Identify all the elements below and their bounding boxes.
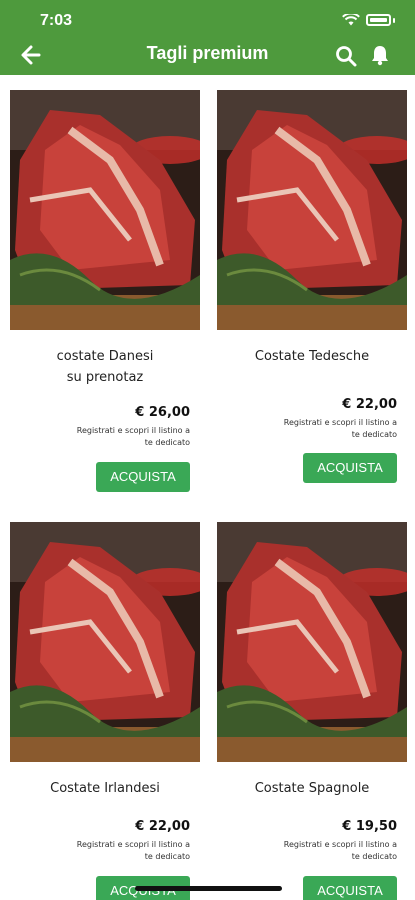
meat-photo — [10, 90, 200, 330]
search-icon[interactable] — [335, 45, 357, 67]
price-note-line2: te dedicato — [351, 430, 397, 439]
product-image[interactable] — [217, 522, 407, 762]
battery-tip — [393, 17, 395, 23]
price-note: Registrati e scopri il listino a te dedi… — [40, 839, 190, 863]
status-icons — [342, 14, 395, 26]
product-name-line1: Costate Spagnole — [254, 781, 370, 796]
product-name-line1: costate Danesi — [56, 349, 154, 364]
price-note-line1: Registrati e scopri il listino a — [76, 840, 190, 849]
product-name: costate Danesi su prenotaz — [10, 346, 200, 388]
battery-icon — [366, 14, 391, 26]
product-price: € 22,00 — [342, 397, 397, 412]
product-price: € 19,50 — [342, 819, 397, 834]
price-note-line1: Registrati e scopri il listino a — [283, 840, 397, 849]
product-name: Costate Spagnole — [217, 778, 407, 799]
product-card[interactable]: Costate Tedesche € 22,00 Registrati e sc… — [217, 90, 407, 510]
product-name: Costate Irlandesi — [10, 778, 200, 799]
bell-icon[interactable] — [369, 44, 391, 66]
buy-button[interactable]: ACQUISTA — [96, 462, 190, 492]
product-name-line1: Costate Tedesche — [254, 349, 370, 364]
price-note: Registrati e scopri il listino a te dedi… — [247, 839, 397, 863]
price-note: Registrati e scopri il listino a te dedi… — [40, 425, 190, 449]
buy-button[interactable]: ACQUISTA — [303, 453, 397, 483]
meat-photo — [217, 522, 407, 762]
product-card[interactable]: Costate Irlandesi € 22,00 Registrati e s… — [10, 522, 200, 900]
wifi-icon — [342, 14, 360, 26]
price-note: Registrati e scopri il listino a te dedi… — [247, 417, 397, 441]
app-header: 7:03 Tagli premium — [0, 0, 415, 75]
product-card[interactable]: costate Danesi su prenotaz € 26,00 Regis… — [10, 90, 200, 510]
home-indicator — [135, 886, 282, 891]
product-image[interactable] — [217, 90, 407, 330]
product-image[interactable] — [10, 90, 200, 330]
price-note-line1: Registrati e scopri il listino a — [76, 426, 190, 435]
price-note-line2: te dedicato — [144, 438, 190, 447]
product-card[interactable]: Costate Spagnole € 19,50 Registrati e sc… — [217, 522, 407, 900]
buy-button[interactable]: ACQUISTA — [303, 876, 397, 900]
price-note-line1: Registrati e scopri il listino a — [283, 418, 397, 427]
product-name-line1: Costate Irlandesi — [50, 781, 160, 796]
product-image[interactable] — [10, 522, 200, 762]
price-note-line2: te dedicato — [144, 852, 190, 861]
price-note-line2: te dedicato — [351, 852, 397, 861]
meat-photo — [217, 90, 407, 330]
meat-photo — [10, 522, 200, 762]
product-price: € 26,00 — [135, 405, 190, 420]
product-name-line2: su prenotaz — [66, 370, 144, 385]
product-price: € 22,00 — [135, 819, 190, 834]
status-time: 7:03 — [40, 12, 73, 29]
product-name: Costate Tedesche — [217, 346, 407, 367]
